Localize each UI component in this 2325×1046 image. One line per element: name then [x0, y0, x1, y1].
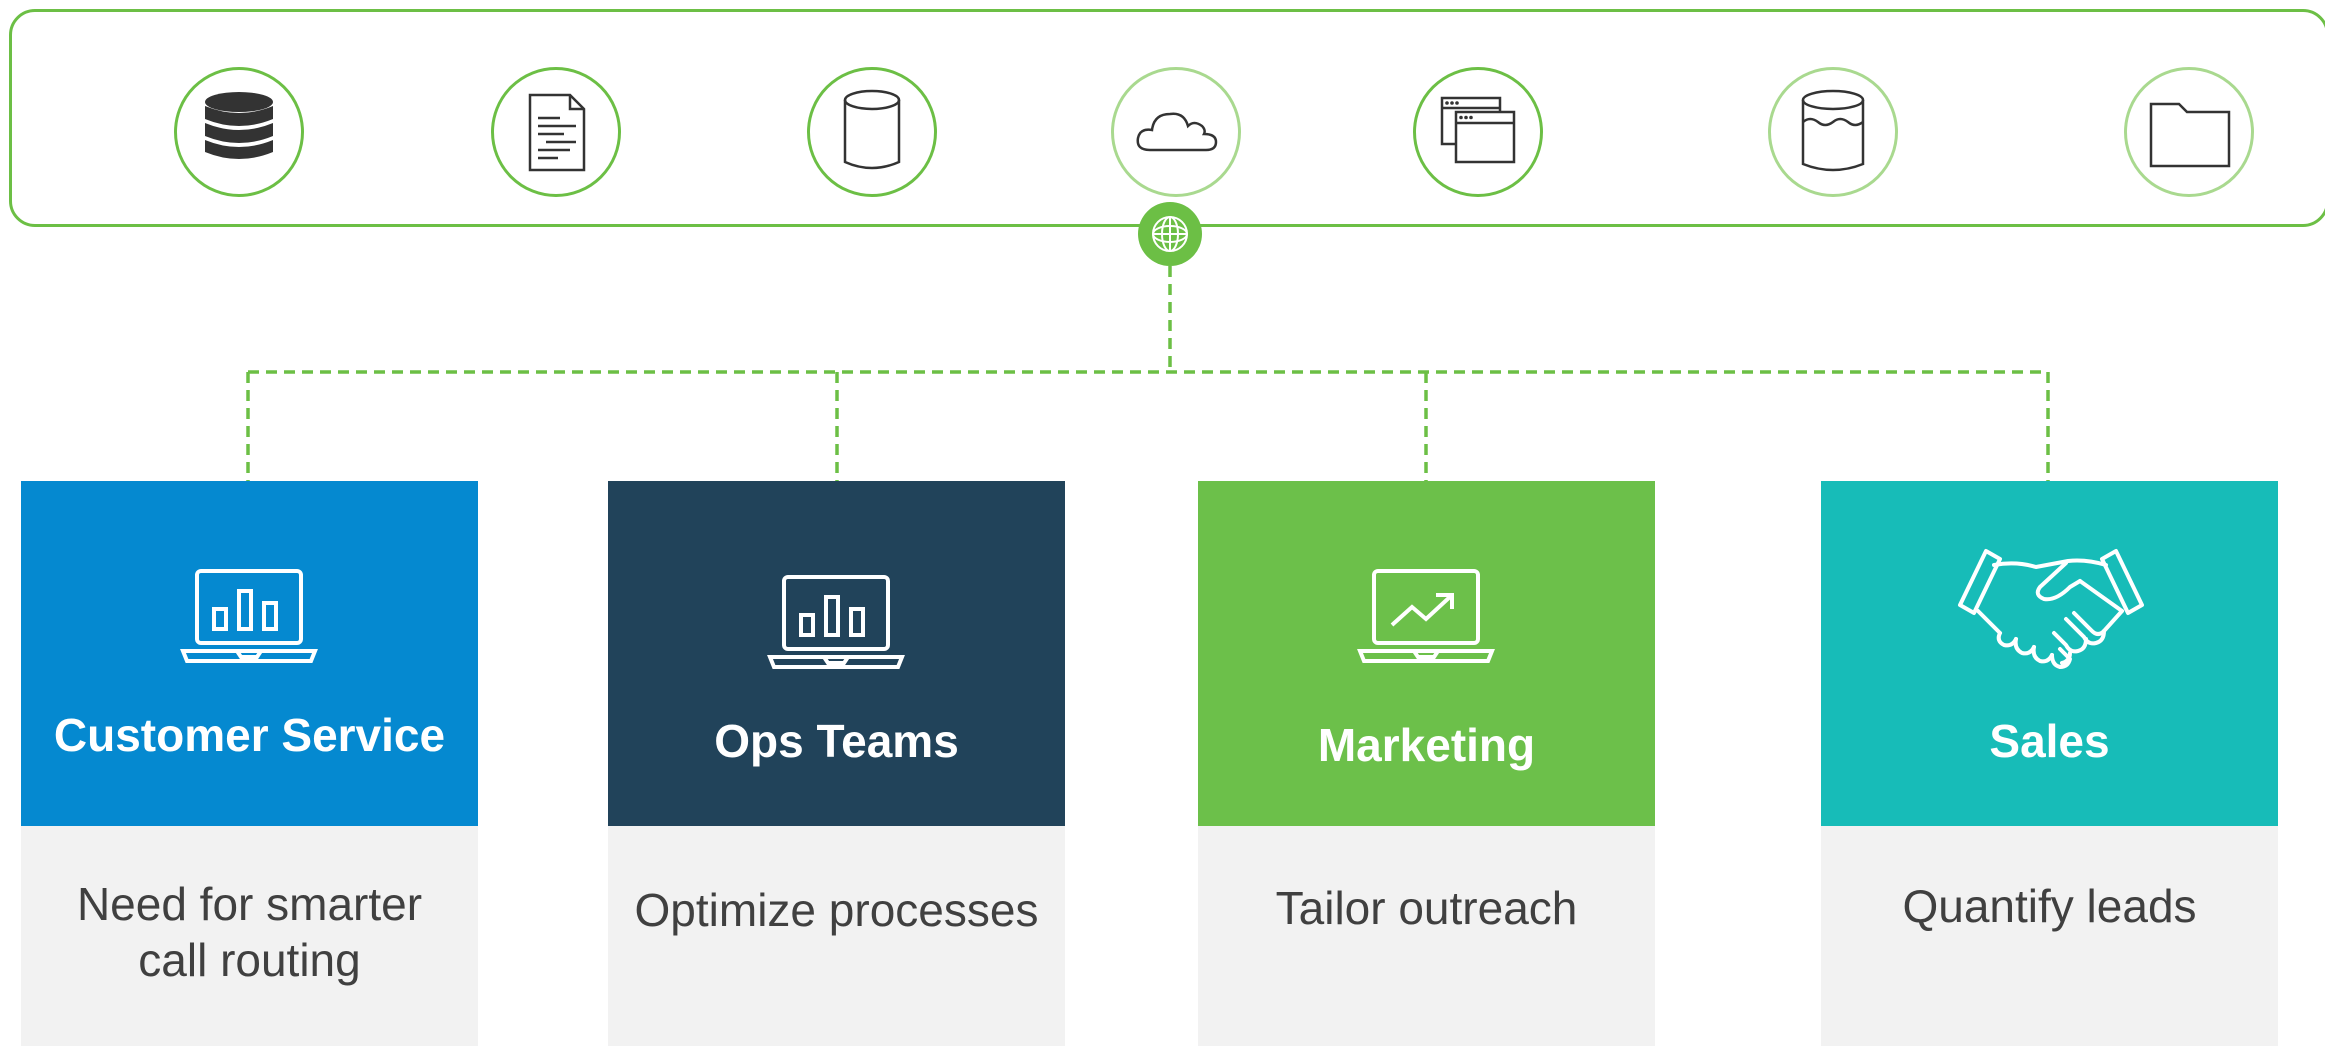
team-description-panel: Need for smarter call routing — [21, 826, 478, 1046]
team-title: Ops Teams — [714, 715, 959, 767]
browser-windows-icon — [1440, 96, 1516, 164]
source-cylinder — [807, 67, 937, 197]
handshake-icon — [1956, 541, 2146, 681]
team-description-panel: Optimize processes — [608, 826, 1065, 1046]
team-description: Quantify leads — [1902, 880, 2197, 932]
source-data-lake — [1768, 67, 1898, 197]
team-card-customer-service: Customer Service Need for smarter call r… — [21, 481, 478, 1046]
source-browser-windows — [1413, 67, 1543, 197]
data-lake-icon — [1801, 89, 1865, 172]
team-description-panel: Tailor outreach — [1198, 826, 1655, 1046]
laptop-bar-chart-icon — [766, 569, 906, 689]
team-card-ops-teams: Ops Teams Optimize processes — [608, 481, 1065, 1046]
connector-hub-icon — [1152, 216, 1188, 252]
cloud-icon — [1136, 112, 1218, 152]
integration-diagram: Customer Service Need for smarter call r… — [0, 0, 2325, 1046]
team-description-panel: Quantify leads — [1821, 826, 2278, 1046]
team-card-sales: Sales Quantify leads — [1821, 481, 2278, 1046]
laptop-bar-chart-icon — [179, 563, 319, 683]
database-stack-icon — [205, 92, 273, 159]
data-sources-panel — [9, 9, 2325, 227]
source-document — [491, 67, 621, 197]
team-header: Sales — [1821, 481, 2278, 826]
team-title: Sales — [1989, 715, 2110, 767]
document-icon — [528, 93, 586, 172]
team-header: Customer Service — [21, 481, 478, 826]
team-description: Optimize processes — [634, 884, 1039, 936]
team-title: Marketing — [1317, 719, 1536, 771]
folder-icon — [2149, 102, 2231, 168]
source-database — [174, 67, 304, 197]
team-description: Tailor outreach — [1275, 882, 1578, 934]
source-folder — [2124, 67, 2254, 197]
source-cloud — [1111, 67, 1241, 197]
team-header: Ops Teams — [608, 481, 1065, 826]
team-card-marketing: Marketing Tailor outreach — [1198, 481, 1655, 1046]
team-header: Marketing — [1198, 481, 1655, 826]
team-description: Need for smarter call routing — [76, 878, 423, 986]
integration-hub — [1138, 202, 1202, 266]
team-title: Customer Service — [53, 709, 446, 761]
laptop-trend-icon — [1356, 563, 1496, 683]
cylinder-icon — [843, 89, 901, 170]
